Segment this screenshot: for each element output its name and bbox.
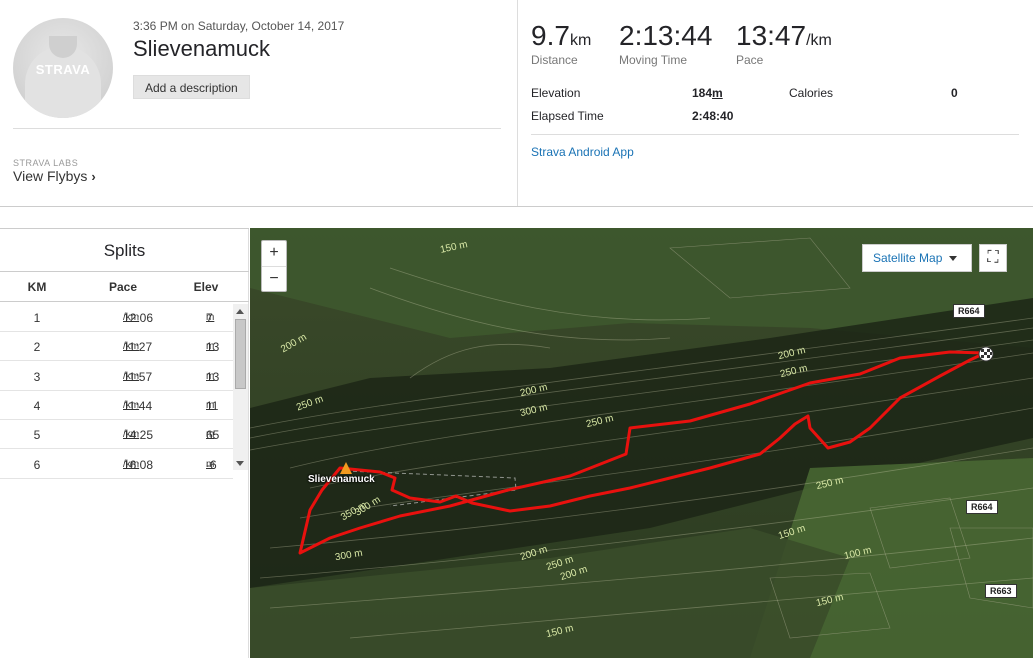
split-elev-unit: m [206,459,215,470]
split-km: 1 [33,311,41,325]
elevation-unit: m [712,86,723,100]
scrollbar-thumb[interactable] [235,319,246,389]
add-description-button[interactable]: Add a description [133,75,250,99]
split-row[interactable]: 2 11:27 /km 13 m [0,332,233,361]
split-elev-unit: m [206,429,215,440]
elapsed-time-value: 2:48:40 [692,109,734,123]
activity-datetime: 3:36 PM on Saturday, October 14, 2017 [133,19,345,33]
fullscreen-icon: ⛶ [987,249,999,266]
split-pace-unit: /km [123,312,140,323]
splits-panel: Splits KM Pace Elev 1 12:06 /km 7 m 2 11:27 … [0,228,249,658]
split-elev-unit: m [206,341,215,352]
split-km: 2 [33,340,41,354]
split-elev-unit: m [206,400,215,411]
chevron-right-icon: › [91,169,96,184]
route-map[interactable]: 150 m 200 m 200 m 250 m 200 m 250 m 300 m 250 m… [250,228,1033,658]
zoom-control: + − [261,240,287,292]
strava-logo: STRAVA [35,62,91,77]
road-label: R664 [953,304,985,318]
distance-unit: km [569,32,592,49]
road-label: R663 [985,584,1017,598]
elevation-label: Elevation [531,86,581,100]
split-km: 6 [33,458,41,472]
split-km: 4 [33,399,41,413]
activity-header: STRAVA 3:36 PM on Saturday, October 14, … [0,0,1033,207]
calories-value: 0 [951,86,958,100]
moving-time-value: 2:13:44 [619,20,713,51]
header-divider [517,0,518,206]
split-row[interactable]: 5 14:25 /km 65 m [0,420,233,449]
split-pace-unit: /km [123,371,140,382]
place-label: Slievenamuck [308,474,375,485]
elevation-value: 184m [692,86,723,100]
activity-title[interactable]: Slievenamuck [133,36,270,62]
col-elev: Elev [193,280,219,294]
split-pace-unit: /km [123,400,140,411]
split-elev-unit: m [206,371,215,382]
pace-stat: 13:47/km Pace [736,20,832,67]
zoom-in-button[interactable]: + [262,241,286,267]
zoom-out-button[interactable]: − [262,267,286,293]
split-row[interactable]: 6 16:08 /km -6 m [0,450,233,479]
split-elev-unit: m [206,312,215,323]
splits-title: Splits [0,228,249,272]
splits-header: KM Pace Elev [0,272,249,302]
scroll-down-icon[interactable] [236,461,244,466]
satellite-imagery [250,228,1033,658]
moving-time-stat: 2:13:44 Moving Time [619,20,712,67]
moving-time-label: Moving Time [619,53,688,67]
distance-value: 9.7 [531,20,570,51]
elapsed-time-label: Elapsed Time [531,109,604,123]
calories-label: Calories [789,86,834,100]
caret-down-icon [949,256,957,261]
split-km: 3 [33,370,41,384]
split-pace-unit: /km [123,341,140,352]
split-row[interactable]: 3 11:57 /km 13 m [0,362,233,391]
divider [13,128,501,129]
split-km: 5 [33,428,41,442]
map-type-dropdown[interactable]: Satellite Map [862,244,972,272]
pace-value: 13:47 [736,20,807,51]
device-link[interactable]: Strava Android App [531,145,634,159]
pace-label: Pace [736,53,764,67]
col-pace: Pace [108,280,138,294]
split-row[interactable]: 4 11:44 /km 11 m [0,391,233,420]
road-label: R664 [966,500,998,514]
pace-unit: /km [806,32,832,49]
split-pace-unit: /km [123,459,140,470]
map-type-label: Satellite Map [873,251,943,265]
distance-label: Distance [531,53,578,67]
distance-stat: 9.7km Distance [531,20,591,67]
split-pace-unit: /km [123,429,140,440]
strava-labs-label: STRAVA LABS [13,158,79,168]
fullscreen-button[interactable]: ⛶ [979,244,1007,272]
elevation-number: 184 [692,86,713,100]
col-km: KM [27,280,47,294]
split-row[interactable]: 1 12:06 /km 7 m [0,303,233,332]
divider [531,134,1019,135]
scroll-up-icon[interactable] [236,309,244,314]
splits-scrollbar[interactable] [233,304,248,470]
avatar[interactable]: STRAVA [13,18,113,118]
view-flybys-link[interactable]: View Flybys › [13,168,96,184]
view-flybys-label: View Flybys [13,168,88,184]
